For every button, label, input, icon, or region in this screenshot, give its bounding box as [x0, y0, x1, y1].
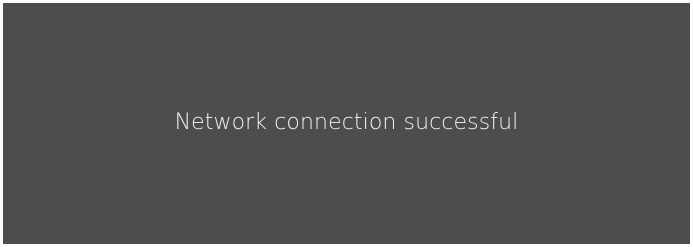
notification-frame: Network connection successful: [0, 0, 693, 247]
network-status-dialog: Network connection successful: [3, 3, 690, 244]
status-message: Network connection successful: [174, 110, 519, 135]
